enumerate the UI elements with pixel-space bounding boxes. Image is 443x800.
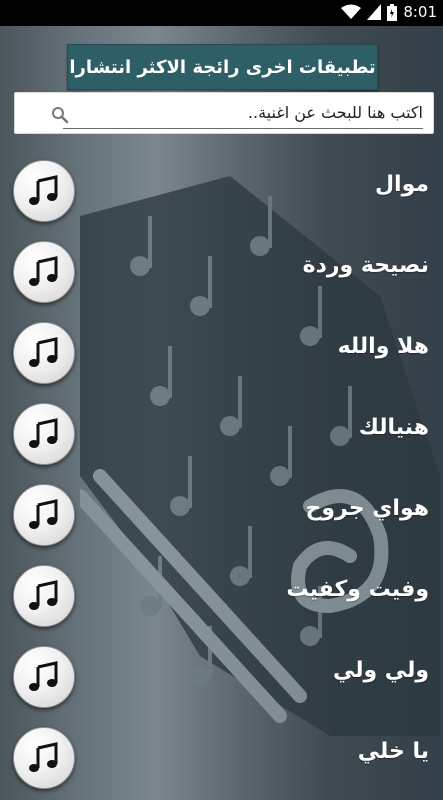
song-item-6[interactable]: وفيت وكفيت xyxy=(0,549,443,627)
song-item-5[interactable]: هواي جروح xyxy=(0,468,443,546)
status-time: 8:01 xyxy=(403,3,437,21)
search-box xyxy=(14,92,434,134)
music-note-icon xyxy=(29,337,58,367)
play-button[interactable] xyxy=(13,241,75,303)
search-underline xyxy=(63,128,423,129)
music-note-icon xyxy=(29,175,58,205)
play-button[interactable] xyxy=(13,160,75,222)
play-button[interactable] xyxy=(13,403,75,465)
wifi-icon xyxy=(341,4,362,20)
music-note-icon xyxy=(29,499,58,529)
music-note-icon xyxy=(29,256,58,286)
search-input[interactable] xyxy=(41,97,425,127)
play-button[interactable] xyxy=(13,322,75,384)
song-title: هواي جروح xyxy=(305,496,429,521)
song-title: نصيحة وردة xyxy=(302,253,429,278)
play-button[interactable] xyxy=(13,727,75,789)
song-title: يا خلي xyxy=(357,739,429,764)
song-item-1[interactable]: موال xyxy=(0,144,443,222)
music-note-icon xyxy=(29,661,58,691)
play-button[interactable] xyxy=(13,565,75,627)
more-apps-banner-label: تطبيقات اخرى رائجة الاكثر انتشارا xyxy=(69,56,376,78)
battery-icon xyxy=(387,3,398,21)
signal-icon xyxy=(367,4,382,20)
song-item-3[interactable]: هلا والله xyxy=(0,306,443,384)
status-bar: 8:01 xyxy=(0,0,443,26)
song-item-2[interactable]: نصيحة وردة xyxy=(0,225,443,303)
play-button[interactable] xyxy=(13,646,75,708)
song-item-4[interactable]: هنيالك xyxy=(0,387,443,465)
song-title: ولي ولي xyxy=(332,658,429,683)
song-item-7[interactable]: ولي ولي xyxy=(0,630,443,708)
music-note-icon xyxy=(29,742,58,772)
music-note-icon xyxy=(29,580,58,610)
song-title: موال xyxy=(374,172,429,197)
song-title: وفيت وكفيت xyxy=(286,577,429,602)
song-title: هنيالك xyxy=(358,415,429,440)
more-apps-banner[interactable]: تطبيقات اخرى رائجة الاكثر انتشارا xyxy=(67,44,378,90)
play-button[interactable] xyxy=(13,484,75,546)
song-title: هلا والله xyxy=(337,334,429,359)
song-item-8[interactable]: يا خلي xyxy=(0,711,443,789)
music-note-icon xyxy=(29,418,58,448)
